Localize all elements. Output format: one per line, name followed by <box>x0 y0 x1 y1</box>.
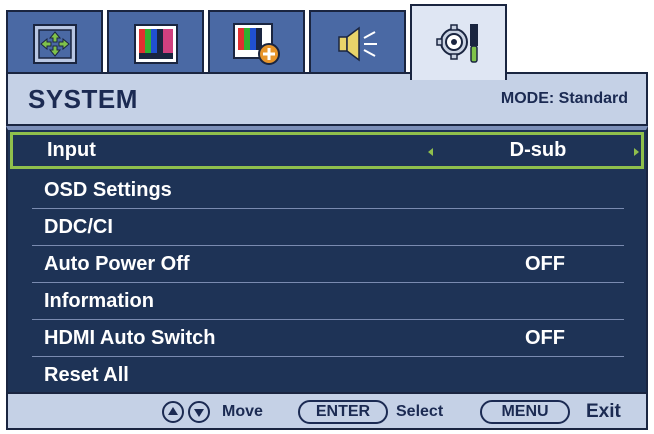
up-key-icon[interactable] <box>162 401 184 423</box>
arrow-left-icon[interactable] <box>428 148 433 156</box>
key-guide-footer: Move ENTER Select MENU Exit <box>6 392 648 430</box>
tab-picture-position[interactable] <box>6 10 103 76</box>
move-label: Move <box>222 403 263 420</box>
picture-color-bars-icon <box>133 24 178 64</box>
menu-item-label: Auto Power Off <box>44 253 190 275</box>
menu-item-label: Reset All <box>44 364 129 386</box>
menu-item-information[interactable]: Information <box>20 283 636 320</box>
tab-picture[interactable] <box>107 10 204 76</box>
menu-item-hdmi-auto-switch[interactable]: HDMI Auto Switch OFF <box>20 320 636 357</box>
monitor-osd: SYSTEM MODE: Standard Input D-sub OSD Se… <box>0 0 654 434</box>
tab-bar <box>6 4 648 80</box>
menu-item-label: HDMI Auto Switch <box>44 327 216 349</box>
menu-item-label: DDC/CI <box>44 216 113 238</box>
menu-item-label: OSD Settings <box>44 179 172 201</box>
section-header: SYSTEM MODE: Standard <box>6 72 648 126</box>
arrow-right-icon[interactable] <box>634 148 639 156</box>
select-label: Select <box>396 403 444 420</box>
tab-picture-advanced[interactable] <box>208 10 305 76</box>
menu-item-ddc-ci[interactable]: DDC/CI <box>20 209 636 246</box>
page-title: SYSTEM <box>28 83 138 114</box>
enter-key[interactable]: ENTER <box>298 400 388 424</box>
system-settings-gear-icon <box>435 24 478 63</box>
picture-advanced-icon <box>232 23 280 65</box>
audio-speaker-icon <box>337 26 377 62</box>
down-key-icon[interactable] <box>188 401 210 423</box>
menu-item-label: Input <box>47 139 96 161</box>
menu-item-reset-all[interactable]: Reset All <box>20 357 636 394</box>
menu-item-value: D-sub <box>509 139 567 161</box>
exit-label: Exit <box>586 401 621 422</box>
menu-key[interactable]: MENU <box>480 400 570 424</box>
menu-item-label: Information <box>44 290 154 312</box>
menu-item-auto-power-off[interactable]: Auto Power Off OFF <box>20 246 636 283</box>
menu-item-osd-settings[interactable]: OSD Settings <box>20 172 636 209</box>
menu-item-value: OFF <box>525 327 565 349</box>
menu-item-value: OFF <box>525 253 565 275</box>
menu-item-input[interactable]: Input D-sub <box>10 132 644 169</box>
system-menu: Input D-sub OSD Settings DDC/CI Auto Pow… <box>6 126 648 392</box>
picture-position-icon <box>32 24 77 64</box>
tab-system[interactable] <box>410 4 507 80</box>
tab-audio[interactable] <box>309 10 406 76</box>
mode-indicator: MODE: Standard <box>500 90 628 107</box>
